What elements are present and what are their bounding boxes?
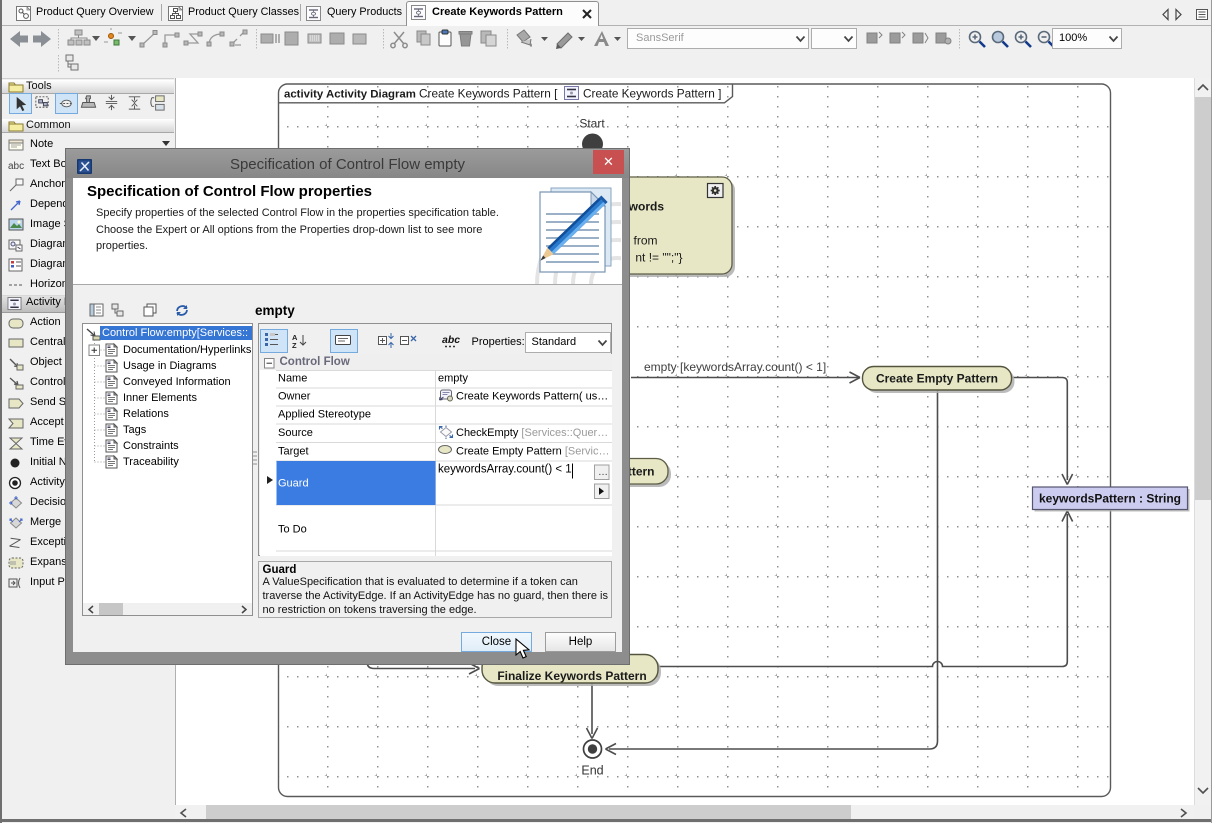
- svg-text:Create Empty Pattern: Create Empty Pattern: [876, 372, 998, 386]
- svg-text:Applied Stereotype: Applied Stereotype: [278, 408, 371, 420]
- svg-text:activity Activity Diagram: activity Activity Diagram: [284, 89, 416, 101]
- svg-text:Create Keywords Pattern ]: Create Keywords Pattern ]: [583, 87, 721, 101]
- svg-text:Create Empty Pattern [Servic…: Create Empty Pattern [Servic…: [456, 445, 609, 457]
- svg-text:Name: Name: [278, 372, 307, 384]
- svg-text:End: End: [581, 764, 603, 778]
- svg-text:To Do: To Do: [278, 523, 307, 535]
- svg-text:Start: Start: [579, 117, 605, 131]
- svg-text:Finalize Keywords Pattern: Finalize Keywords Pattern: [497, 669, 646, 683]
- svg-text:CheckEmpty [Services::Quer…: CheckEmpty [Services::Quer…: [456, 427, 608, 439]
- svg-text:keywordsPattern : String: keywordsPattern : String: [1039, 492, 1181, 506]
- svg-text:Z: Z: [292, 341, 297, 348]
- svg-text:Guard: Guard: [278, 477, 309, 489]
- svg-text:Owner: Owner: [278, 390, 311, 402]
- svg-text:keywordsArray.count() < 1: keywordsArray.count() < 1: [438, 463, 572, 475]
- svg-text:abc: abc: [8, 161, 24, 172]
- svg-text:…: …: [598, 467, 608, 478]
- svg-text:abc: abc: [442, 334, 460, 346]
- svg-text:Target: Target: [278, 445, 309, 457]
- svg-text:Create Keywords Pattern( us…: Create Keywords Pattern( us…: [456, 390, 608, 402]
- svg-text:Source: Source: [278, 427, 313, 439]
- svg-text:Create Keywords Pattern [: Create Keywords Pattern [: [419, 87, 558, 101]
- svg-text:nt != "";"}: nt != "";"}: [635, 251, 682, 265]
- svg-text:empty: empty: [438, 372, 468, 384]
- svg-text:empty [keywordsArray.count() <: empty [keywordsArray.count() < 1]: [644, 360, 826, 374]
